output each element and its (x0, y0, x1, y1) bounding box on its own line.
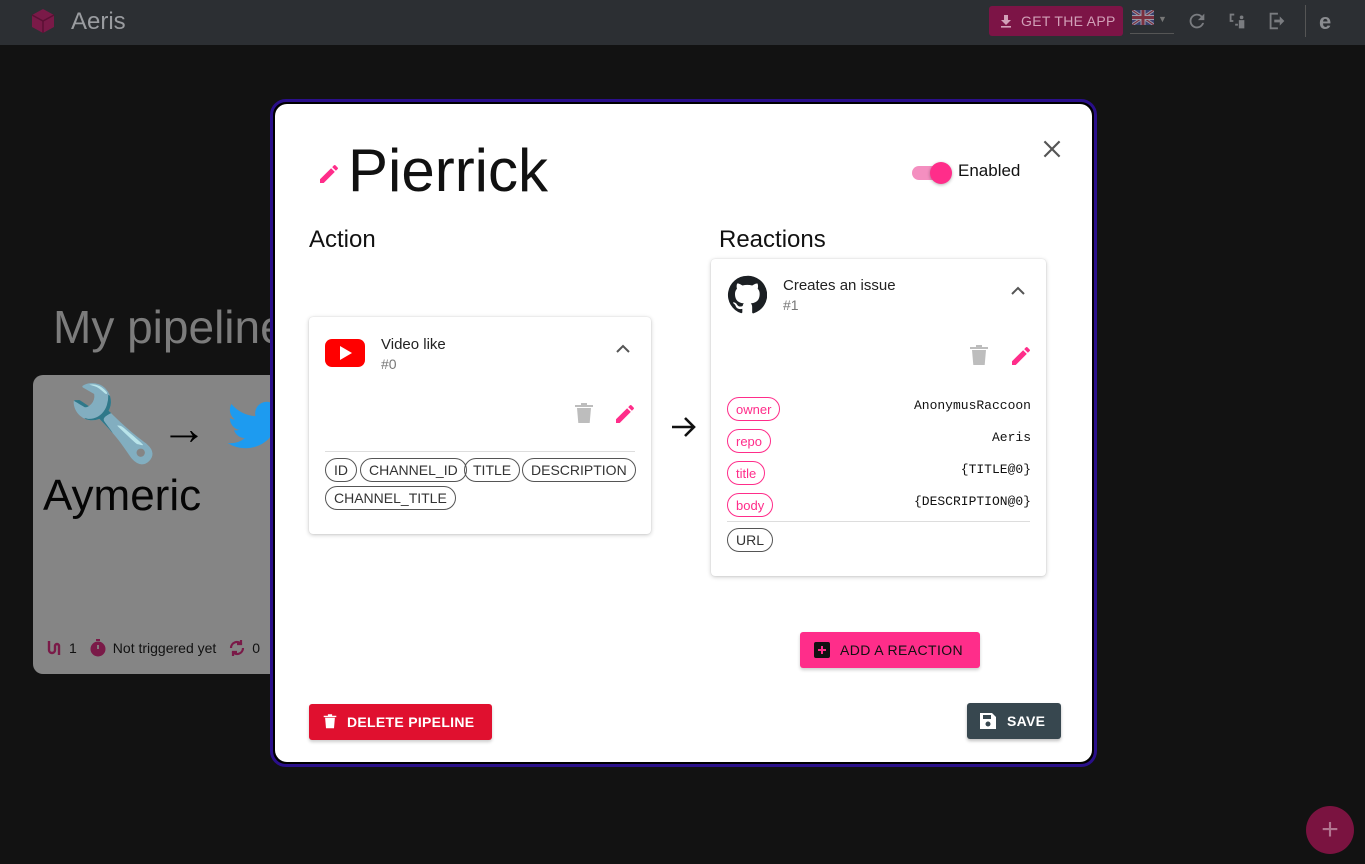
reaction-divider (727, 521, 1030, 522)
param-key-chip[interactable]: body (727, 493, 774, 517)
add-box-icon (814, 642, 830, 658)
action-title: Video like (381, 336, 446, 353)
output-chip[interactable]: URL (727, 528, 774, 552)
arrow-right-icon: → (161, 402, 207, 454)
language-dropdown-caret-icon[interactable]: ▼ (1158, 14, 1167, 24)
service-plug-icon[interactable] (1226, 10, 1248, 32)
reaction-title: Creates an issue (783, 277, 896, 294)
param-value: Aeris (991, 430, 1031, 445)
pipeline-name[interactable]: Pierrick (348, 136, 548, 205)
output-chip[interactable]: TITLE (464, 458, 521, 482)
delete-reaction-trash-icon[interactable] (969, 345, 989, 367)
app-bar: Aeris GET THE APP ▼ e (0, 0, 1365, 45)
toggle-thumb (930, 162, 952, 184)
trigger-count: 0 (252, 640, 261, 656)
edit-action-pencil-icon[interactable] (613, 402, 637, 426)
pipeline-dialog-frame: Pierrick Enabled Action Reactions Video … (270, 99, 1097, 767)
arrow-right-icon (672, 417, 696, 437)
youtube-icon (325, 339, 365, 367)
save-button[interactable]: SAVE (967, 703, 1061, 739)
timer-icon (90, 639, 106, 657)
action-card: Video like #0 ID CHANNEL_ID TITLE DESCRI… (309, 317, 651, 534)
output-chip[interactable]: ID (325, 458, 357, 482)
reaction-index: #1 (783, 297, 799, 313)
edit-reaction-pencil-icon[interactable] (1009, 344, 1033, 368)
output-chip[interactable]: CHANNEL_ID (360, 458, 467, 482)
param-key-chip[interactable]: owner (727, 397, 781, 421)
reactions-heading: Reactions (719, 226, 826, 253)
pipeline-card-name: Aymeric (43, 471, 202, 520)
add-reaction-button[interactable]: ADD A REACTION (800, 632, 980, 668)
download-icon (1001, 15, 1011, 28)
enabled-label: Enabled (958, 161, 1021, 180)
output-chip[interactable]: CHANNEL_TITLE (325, 486, 456, 510)
enabled-toggle[interactable] (912, 162, 952, 184)
github-icon (727, 275, 767, 314)
get-the-app-label: GET THE APP (1021, 13, 1116, 29)
save-icon (980, 713, 996, 729)
param-key-chip[interactable]: title (727, 461, 766, 485)
delete-pipeline-button[interactable]: DELETE PIPELINE (309, 704, 492, 740)
reactions-count-icon (47, 641, 61, 655)
action-index: #0 (381, 356, 397, 372)
reaction-card: Creates an issue #1 owner AnonymusRaccoo… (711, 259, 1046, 576)
uk-flag-icon[interactable] (1132, 10, 1154, 25)
refresh-icon[interactable] (1186, 10, 1208, 32)
topbar-separator (1305, 5, 1306, 37)
param-value: AnonymusRaccoon (913, 398, 1031, 413)
trash-icon (323, 714, 337, 729)
wrench-icon: 🔧 (67, 382, 160, 465)
trigger-count-icon (230, 640, 245, 656)
delete-action-trash-icon[interactable] (574, 403, 594, 425)
app-brand[interactable]: Aeris (71, 8, 126, 36)
last-trigger-text: Not triggered yet (112, 640, 217, 656)
add-pipeline-fab[interactable]: + (1306, 806, 1354, 854)
save-label: SAVE (1007, 713, 1046, 729)
chevron-up-icon[interactable] (613, 339, 633, 359)
param-value: {DESCRIPTION@0} (913, 494, 1031, 509)
pipeline-card-stats: 1 Not triggered yet 0 (45, 639, 260, 657)
param-value: {TITLE@0} (960, 462, 1031, 477)
pipeline-dialog: Pierrick Enabled Action Reactions Video … (275, 104, 1092, 762)
close-icon[interactable] (1039, 136, 1065, 162)
reactions-count: 1 (69, 640, 77, 656)
param-key-chip[interactable]: repo (727, 429, 772, 453)
get-the-app-button[interactable]: GET THE APP (989, 6, 1123, 36)
output-chip[interactable]: DESCRIPTION (522, 458, 636, 482)
aeris-logo-icon[interactable] (30, 8, 56, 34)
action-heading: Action (309, 226, 376, 253)
add-reaction-label: ADD A REACTION (840, 642, 964, 658)
action-divider (325, 451, 635, 452)
delete-pipeline-label: DELETE PIPELINE (347, 714, 475, 730)
edit-name-pencil-icon[interactable] (317, 162, 341, 186)
chevron-up-icon[interactable] (1008, 281, 1028, 301)
logout-icon[interactable] (1266, 10, 1288, 32)
language-select-underline (1130, 33, 1174, 34)
user-avatar[interactable]: e (1319, 9, 1331, 35)
